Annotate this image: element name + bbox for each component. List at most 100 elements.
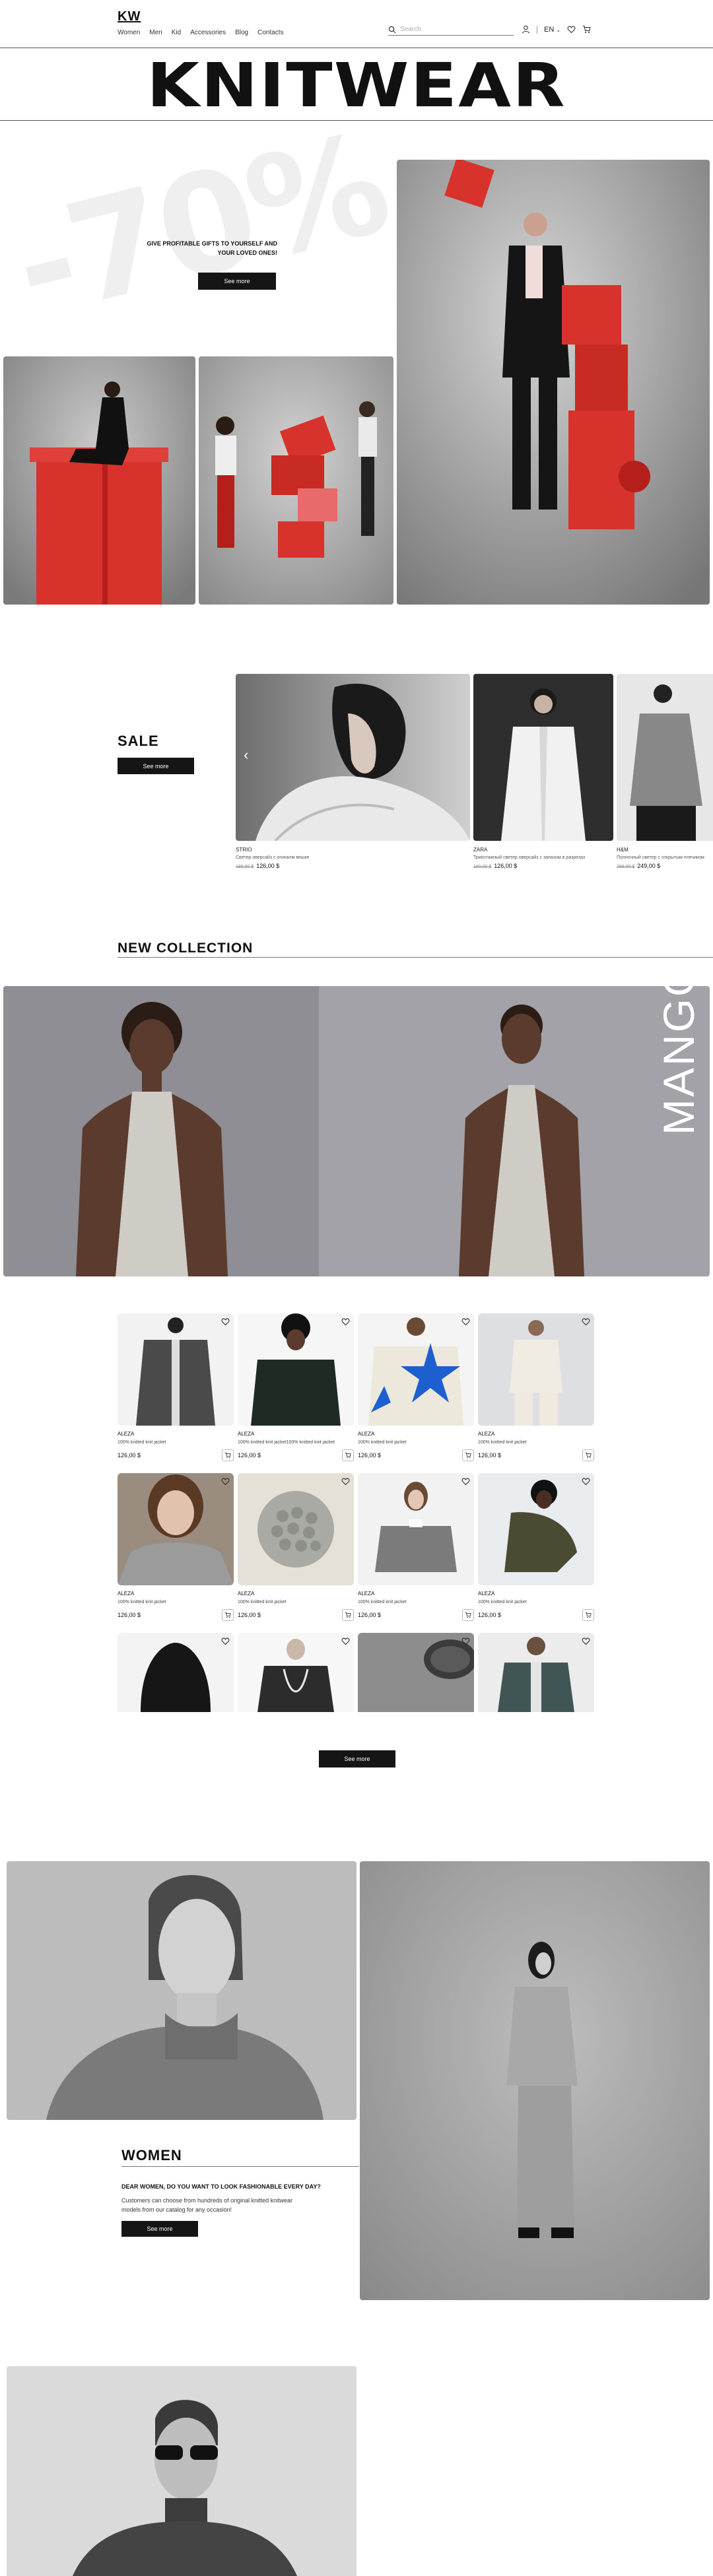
product-image[interactable]	[478, 1633, 594, 1712]
product-price: 126,00 $	[118, 1452, 141, 1459]
chevron-left-icon[interactable]: ‹	[244, 746, 248, 764]
heart-icon[interactable]	[582, 1317, 590, 1326]
current-price: 249,00 $	[637, 863, 661, 869]
heart-icon[interactable]	[221, 1637, 230, 1645]
logo[interactable]: KW	[118, 9, 141, 24]
product-image[interactable]	[358, 1473, 474, 1585]
add-to-cart-button[interactable]	[462, 1609, 474, 1622]
product-image[interactable]	[238, 1313, 354, 1426]
product-image[interactable]	[358, 1313, 474, 1426]
product-price: 126,00 $	[358, 1612, 382, 1619]
product-card[interactable]: ALEZA 100% knitted knit jacket 126,00 $	[478, 1313, 594, 1462]
promo-photo-woman-gift	[3, 356, 195, 605]
user-icon[interactable]	[522, 25, 530, 34]
product-image[interactable]	[118, 1633, 234, 1712]
nav-men[interactable]: Men	[149, 29, 162, 36]
sale-card-image[interactable]: ‹	[236, 674, 470, 841]
add-to-cart-button[interactable]	[582, 1609, 594, 1622]
product-brand: ALEZA	[238, 1591, 255, 1597]
product-card[interactable]: ALEZA 100% knitted knit jacket 126,00 $	[358, 1313, 474, 1462]
product-brand: ALEZA	[118, 1591, 135, 1597]
sale-card-image[interactable]	[617, 674, 713, 841]
sale-card-brand: STRIO	[236, 847, 252, 853]
heart-icon[interactable]	[341, 1637, 350, 1645]
main-nav: Women Men Kid Accessories Blog Contacts	[118, 29, 284, 36]
old-price: 180,00 $	[473, 865, 492, 869]
heart-icon[interactable]	[461, 1637, 470, 1645]
add-to-cart-button[interactable]	[462, 1449, 474, 1462]
women-photo-full	[360, 1861, 710, 2300]
promo-photo-kids-gifts	[199, 356, 393, 605]
current-price: 126,00 $	[256, 863, 280, 869]
cart-icon	[465, 1453, 471, 1459]
product-desc: 100% knitted knit jacket	[358, 1600, 407, 1604]
promo-photo-man-gifts	[397, 160, 710, 605]
products-see-more-button[interactable]: See more	[319, 1750, 395, 1767]
heart-icon[interactable]	[582, 1477, 590, 1486]
current-price: 126,00 $	[494, 863, 518, 869]
sale-card-brand: H&M	[617, 847, 628, 853]
nav-kid[interactable]: Kid	[172, 29, 181, 36]
product-card[interactable]: ALEZA 100% knitted knit jacket100% knitt…	[238, 1313, 354, 1462]
product-price: 126,00 $	[238, 1612, 261, 1619]
sale-card-desc: Полночный светер с открытым плечиком	[617, 855, 704, 860]
sale-card-info: H&M Полночный светер с открытым плечиком…	[617, 847, 713, 869]
product-image[interactable]	[238, 1633, 354, 1712]
sale-card-price: 180,00 $126,00 $	[236, 863, 467, 869]
add-to-cart-button[interactable]	[582, 1449, 594, 1462]
women-see-more-button[interactable]: See more	[121, 2221, 198, 2237]
product-image[interactable]	[358, 1633, 474, 1712]
heart-icon[interactable]	[221, 1477, 230, 1486]
sale-card-info: ZARA Трикотажный светер оверсайз с запах…	[473, 847, 612, 869]
product-desc: 100% knitted knit jacket	[118, 1440, 166, 1445]
product-brand: ALEZA	[358, 1591, 375, 1597]
add-to-cart-button[interactable]	[222, 1609, 234, 1622]
search-input[interactable]: Search	[388, 24, 514, 36]
product-brand: ALEZA	[478, 1591, 495, 1597]
cart-icon[interactable]	[582, 25, 591, 34]
product-card[interactable]: ALEZA 100% knitted knit jacket 126,00 $	[238, 1473, 354, 1622]
product-card[interactable]: ALEZA 100% knitted knit jacket 126,00 $	[118, 1473, 234, 1622]
search-icon	[388, 26, 396, 33]
product-image[interactable]	[118, 1313, 234, 1426]
sale-see-more-button[interactable]: See more	[118, 758, 194, 774]
add-to-cart-button[interactable]	[342, 1609, 354, 1622]
product-card[interactable]: ALEZA 100% knitted knit jacket 126,00 $	[118, 1313, 234, 1462]
heart-icon[interactable]	[582, 1637, 590, 1645]
new-collection-banner[interactable]	[3, 986, 710, 1276]
nav-accessories[interactable]: Accessories	[190, 29, 226, 36]
cart-icon	[585, 1612, 592, 1618]
promo-see-more-button[interactable]: See more	[198, 273, 276, 290]
product-card[interactable]: ALEZA 100% knitted knit jacket 126,00 $	[358, 1473, 474, 1622]
product-image[interactable]	[478, 1313, 594, 1426]
nav-blog[interactable]: Blog	[235, 29, 248, 36]
nav-contacts[interactable]: Contacts	[257, 29, 283, 36]
product-desc: 100% knitted knit jacket100% knitted kni…	[238, 1440, 335, 1445]
sale-card-image[interactable]	[473, 674, 613, 841]
product-image[interactable]	[478, 1473, 594, 1585]
discount-watermark: -70%	[0, 102, 401, 350]
heart-icon[interactable]	[461, 1317, 470, 1326]
heart-icon[interactable]	[341, 1477, 350, 1486]
add-to-cart-button[interactable]	[222, 1449, 234, 1462]
add-to-cart-button[interactable]	[342, 1449, 354, 1462]
heart-icon[interactable]	[341, 1317, 350, 1326]
product-image[interactable]	[238, 1473, 354, 1585]
product-desc: 100% knitted knit jacket	[478, 1600, 527, 1604]
product-image[interactable]	[118, 1473, 234, 1585]
sale-card-desc: Светер оверсайз с огиналм вешке	[236, 855, 310, 860]
language-selector[interactable]: EN ⌄	[544, 26, 560, 34]
header-actions: EN ⌄	[522, 25, 591, 34]
cart-icon	[345, 1612, 351, 1618]
product-price: 126,00 $	[238, 1452, 261, 1459]
nav-women[interactable]: Women	[118, 29, 140, 36]
heart-icon[interactable]	[221, 1317, 230, 1326]
product-desc: 100% knitted knit jacket	[478, 1440, 527, 1445]
men-photo-portrait	[7, 2366, 356, 2576]
cart-icon	[224, 1453, 231, 1459]
product-card[interactable]: ALEZA 100% knitted knit jacket 126,00 $	[478, 1473, 594, 1622]
heart-icon[interactable]	[461, 1477, 470, 1486]
cart-icon	[585, 1453, 592, 1459]
sale-card-price: 180,00 $126,00 $	[473, 863, 612, 869]
heart-icon[interactable]	[567, 25, 576, 34]
